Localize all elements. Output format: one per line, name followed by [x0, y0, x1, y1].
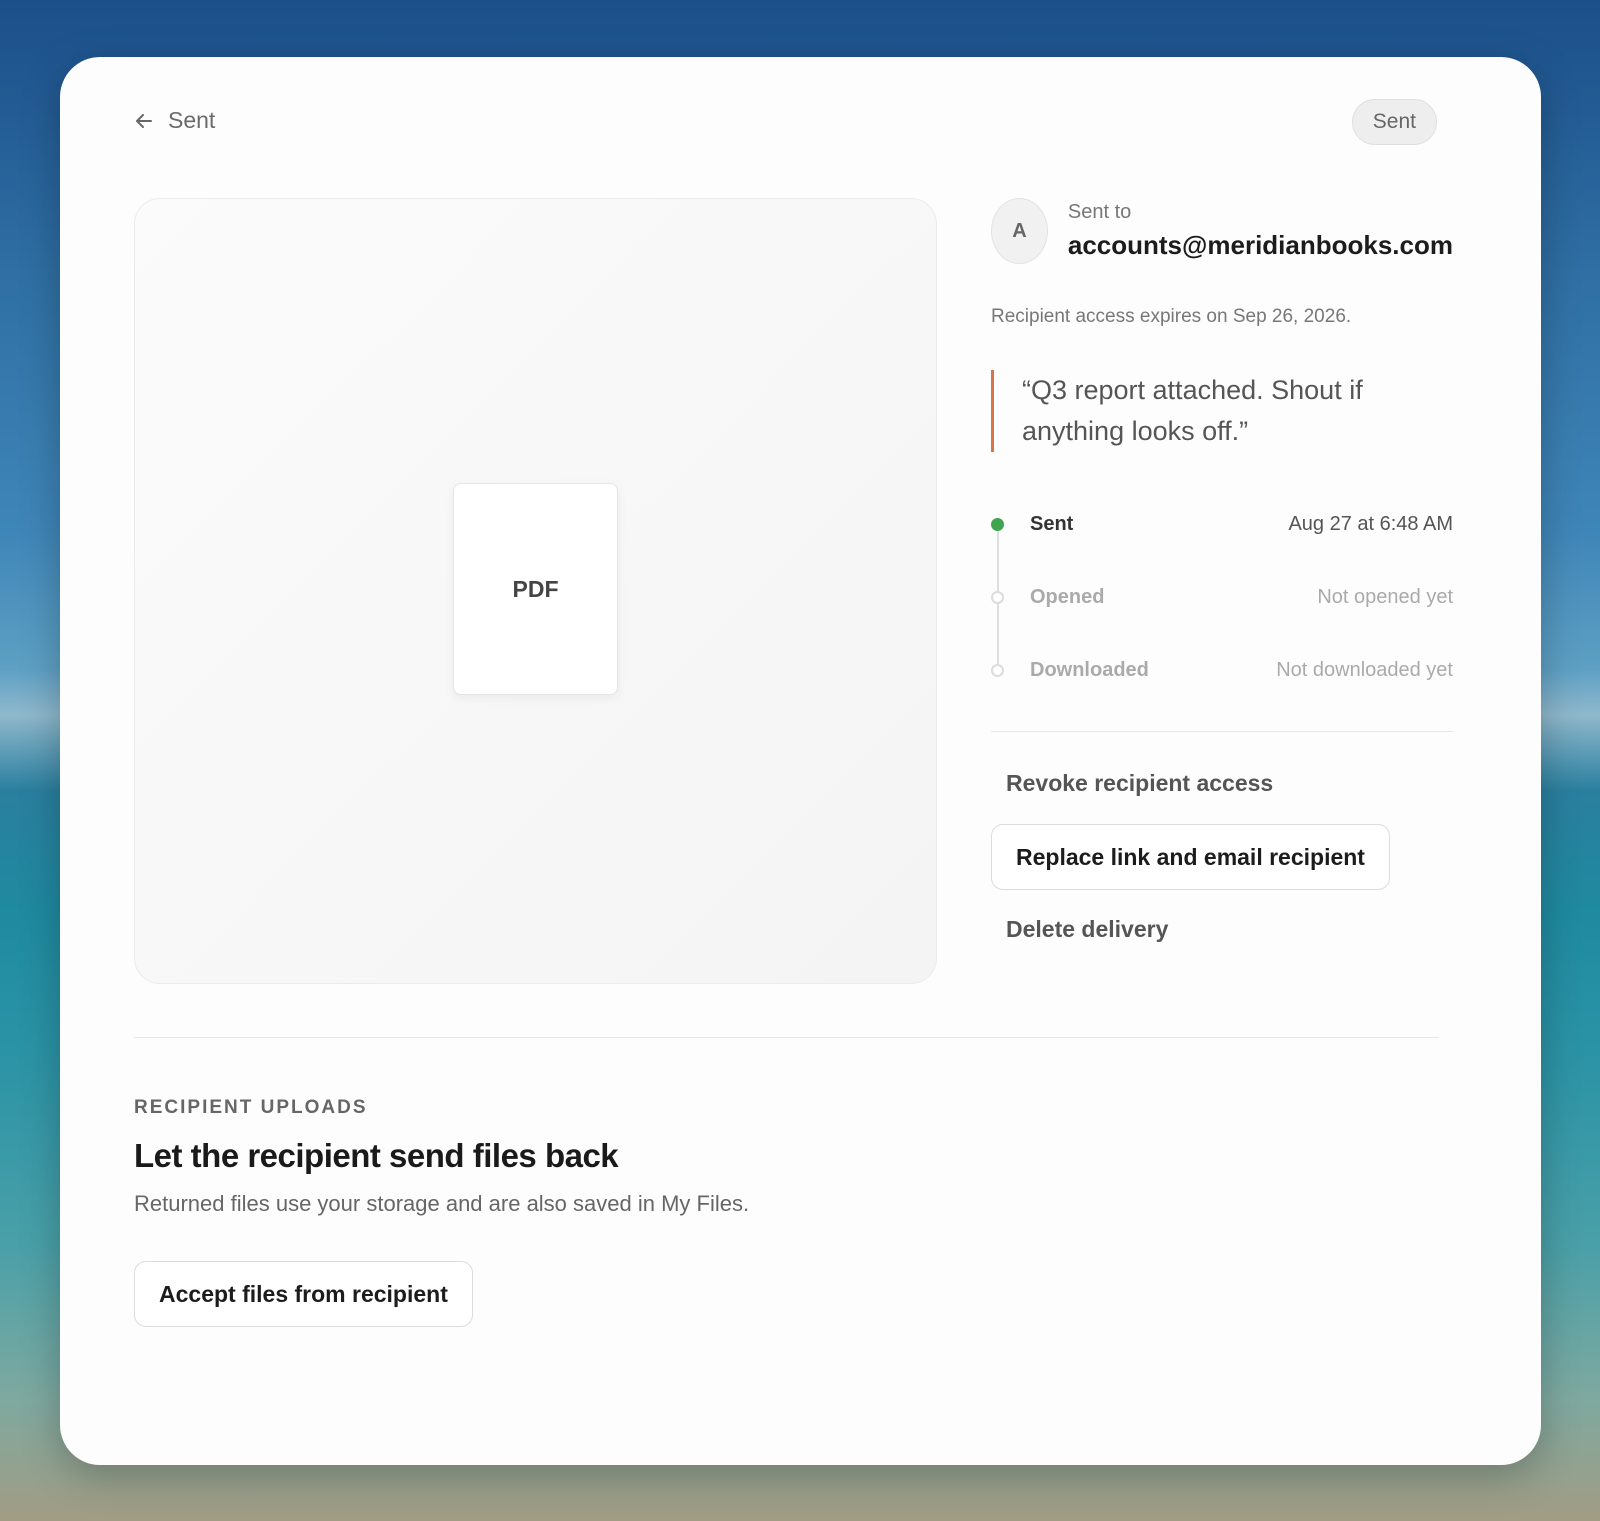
revoke-access-button[interactable]: Revoke recipient access — [991, 766, 1453, 800]
file-preview[interactable]: PDF — [134, 198, 937, 984]
recipient-email: accounts@meridianbooks.com — [1067, 230, 1453, 260]
delivery-card: Sent Sent PDF A Sent to accounts@meridia… — [60, 57, 1541, 1465]
delivery-actions: Revoke recipient access Replace link and… — [991, 766, 1453, 946]
timeline-row-downloaded: Downloaded Not downloaded yet — [991, 658, 1453, 682]
delivery-details: A Sent to accounts@meridianbooks.com Rec… — [991, 198, 1453, 946]
recipient-info: A Sent to accounts@meridianbooks.com — [991, 198, 1453, 264]
delete-delivery-button[interactable]: Delete delivery — [991, 912, 1453, 946]
arrow-left-icon — [136, 113, 152, 128]
timeline-row-sent: Sent Aug 27 at 6:48 AM — [991, 512, 1453, 536]
timeline-label: Downloaded — [1030, 658, 1149, 681]
section-description: Returned files use your storage and are … — [134, 1191, 750, 1216]
avatar: A — [991, 198, 1048, 264]
back-label: Sent — [168, 107, 216, 133]
delivery-timeline: Sent Aug 27 at 6:48 AM Opened Not opened… — [991, 512, 1453, 682]
status-dot-icon — [991, 590, 1004, 604]
accept-files-button[interactable]: Accept files from recipient — [134, 1261, 473, 1327]
timeline-row-opened: Opened Not opened yet — [991, 585, 1453, 609]
section-title: Let the recipient send files back — [134, 1137, 619, 1174]
pdf-file-icon: PDF — [453, 483, 618, 695]
timeline-label: Opened — [1030, 585, 1105, 608]
recipient-uploads-section: RECIPIENT UPLOADS Let the recipient send… — [134, 1097, 1034, 1327]
file-type-label: PDF — [512, 575, 559, 602]
divider — [991, 731, 1453, 732]
section-divider — [134, 1037, 1439, 1038]
access-expiry-text: Recipient access expires on Sep 26, 2026… — [991, 306, 1352, 327]
timeline-label: Sent — [1030, 512, 1074, 535]
section-eyebrow: RECIPIENT UPLOADS — [134, 1097, 368, 1118]
timeline-time: Not opened yet — [1317, 585, 1453, 608]
status-dot-icon — [991, 663, 1004, 677]
timeline-time: Aug 27 at 6:48 AM — [1288, 512, 1453, 535]
replace-link-button[interactable]: Replace link and email recipient — [991, 824, 1390, 890]
status-dot-icon — [991, 517, 1004, 531]
timeline-time: Not downloaded yet — [1276, 658, 1453, 681]
message-quote: “Q3 report attached. Shout if anything l… — [991, 370, 1453, 452]
sent-to-label: Sent to — [1067, 201, 1132, 223]
back-to-sent-link[interactable]: Sent — [134, 107, 215, 134]
status-badge: Sent — [1351, 99, 1437, 145]
